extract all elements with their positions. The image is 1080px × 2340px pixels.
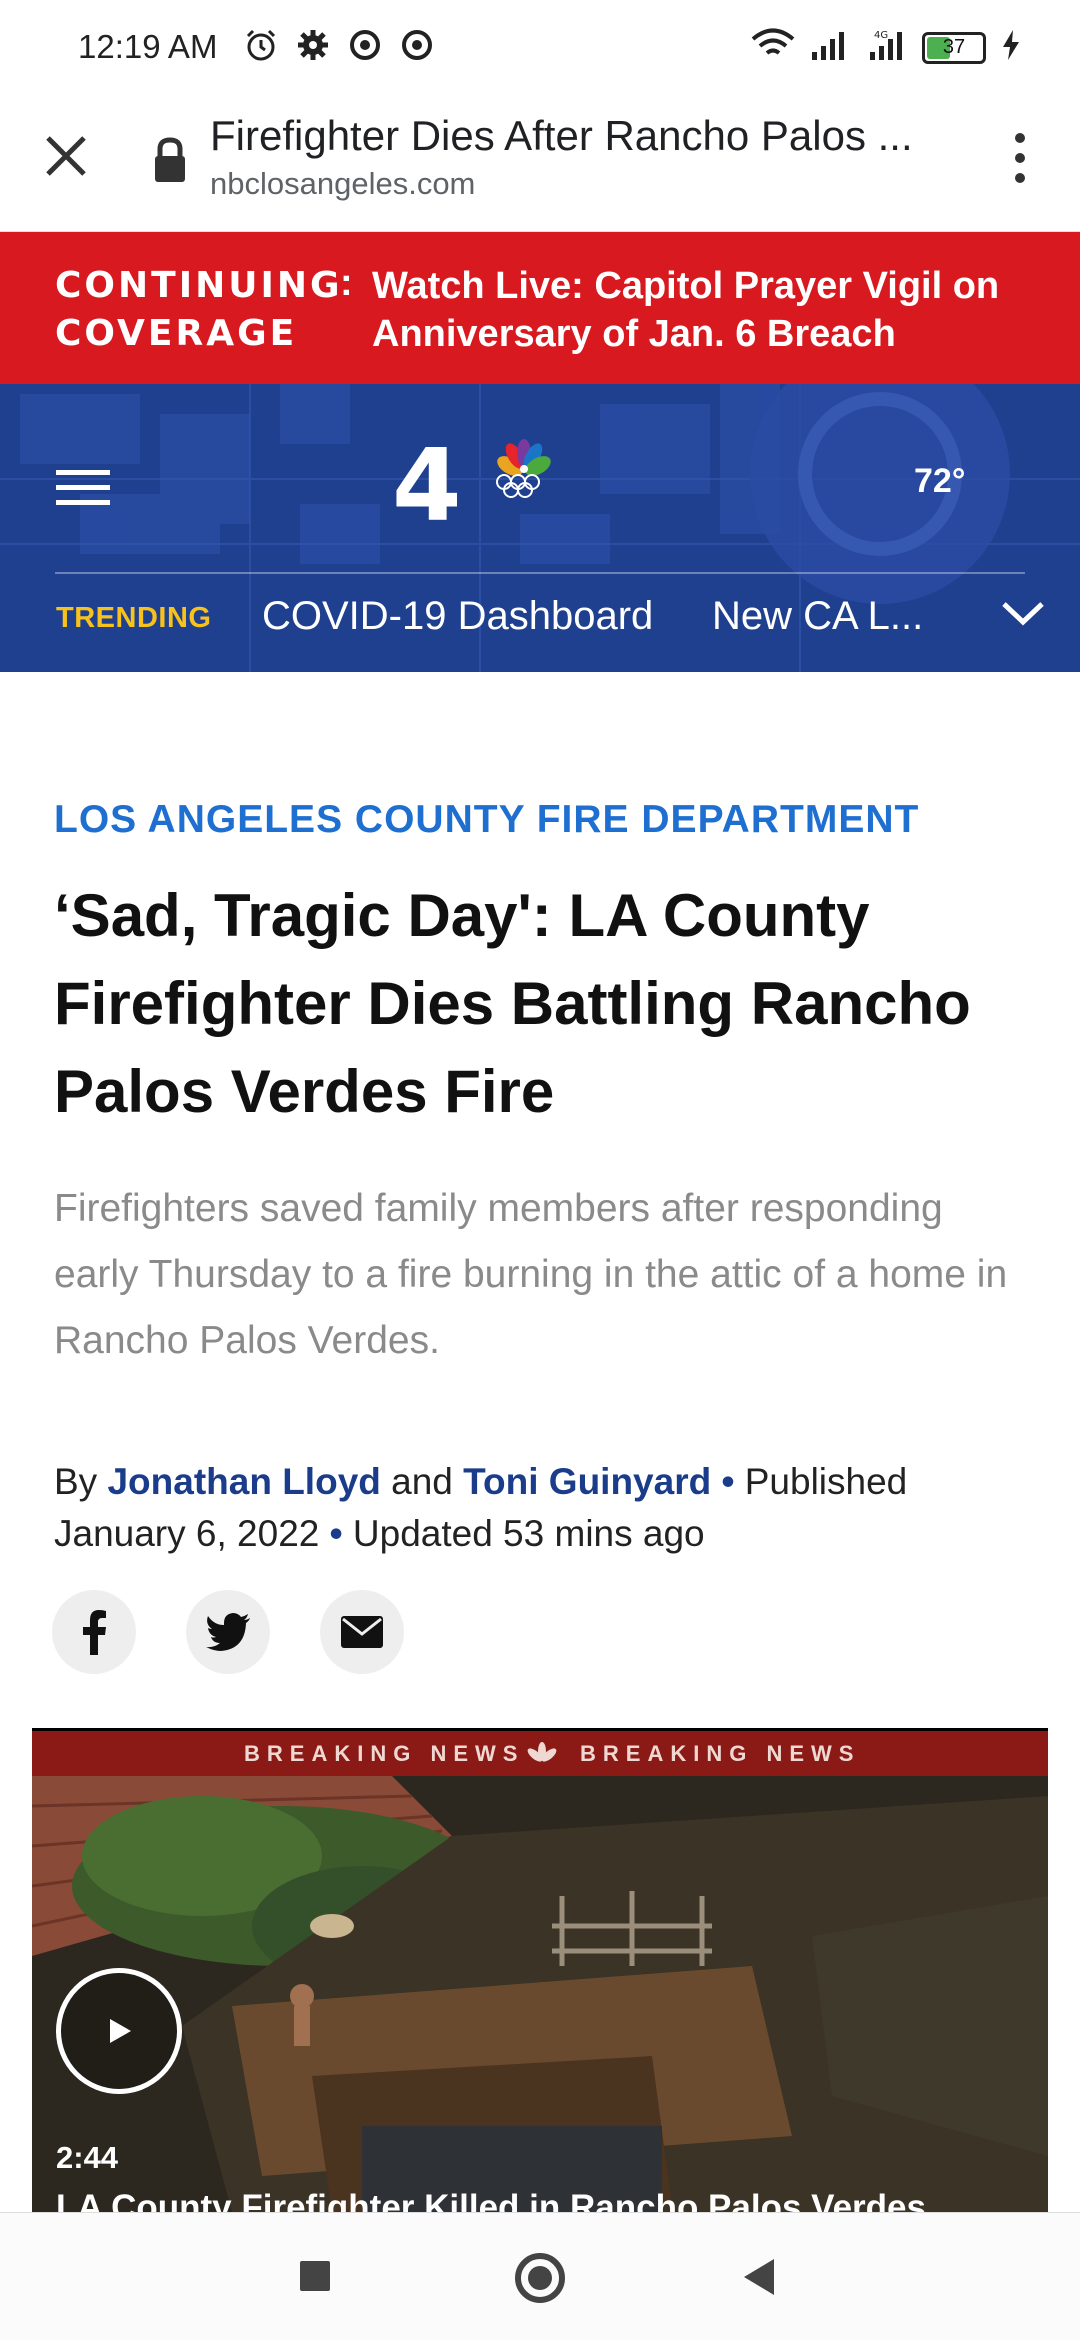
email-share-button[interactable] [320, 1590, 404, 1674]
breaking-news-strip: BREAKING NEWS BREAKING NEWS [32, 1728, 1048, 1776]
continuing-coverage-banner[interactable]: CONTINUING COVERAGE : Watch Live: Capito… [0, 232, 1080, 384]
breaking-news-text: BREAKING NEWS [244, 1741, 525, 1766]
more-options-icon[interactable] [998, 126, 1042, 190]
status-bar: 12:19 AM 4G 37 [0, 0, 1080, 96]
nbc4-logo[interactable]: 4 [392, 427, 572, 544]
svg-text:4G: 4G [874, 30, 888, 41]
byline-separator: • [721, 1461, 735, 1502]
status-time: 12:19 AM [78, 28, 218, 65]
author-link[interactable]: Jonathan Lloyd [107, 1461, 380, 1502]
logo-number: 4 [392, 432, 462, 532]
hamburger-menu-icon[interactable] [56, 468, 110, 508]
author-link[interactable]: Toni Guinyard [463, 1461, 711, 1502]
byline-and: and [391, 1461, 453, 1502]
updated-time: Updated 53 mins ago [352, 1513, 705, 1554]
system-nav-bar [0, 2212, 1080, 2340]
home-icon[interactable] [515, 2253, 565, 2303]
gear-icon [296, 28, 330, 62]
video-duration: 2:44 [56, 2140, 119, 2175]
site-header: 4 72° TRENDING COVID-19 Dashboard New CA… [0, 384, 1080, 672]
published-date: January 6, 2022 [54, 1513, 320, 1554]
facebook-share-button[interactable] [52, 1590, 136, 1674]
status-right-icons: 4G 37 [750, 28, 1022, 67]
data-saver-icon [400, 28, 434, 62]
lock-icon [150, 136, 190, 184]
data-saver-icon [348, 28, 382, 62]
twitter-icon [206, 1613, 250, 1651]
page-title[interactable]: Firefighter Dies After Rancho Palos ... [210, 112, 940, 160]
back-icon[interactable] [744, 2259, 774, 2295]
facebook-icon [83, 1610, 106, 1655]
signal-4g-icon: 4G [864, 28, 908, 67]
signal-icon [810, 28, 850, 67]
coverage-separator: : [340, 262, 353, 304]
browser-toolbar: Firefighter Dies After Rancho Palos ... … [0, 96, 1080, 232]
byline: By Jonathan Lloyd and Toni Guinyard • Pu… [54, 1456, 1034, 1560]
temperature[interactable]: 72° [914, 462, 965, 501]
section-label[interactable]: LOS ANGELES COUNTY FIRE DEPARTMENT [54, 798, 919, 842]
article-dek: Firefighters saved family members after … [54, 1187, 1008, 1362]
peacock-icon [527, 1742, 557, 1762]
byline-by: By [54, 1461, 98, 1502]
header-divider [55, 572, 1025, 574]
trending-label: TRENDING [56, 602, 212, 634]
status-left-icons [244, 28, 434, 62]
email-icon [341, 1616, 383, 1648]
video-player[interactable]: BREAKING NEWS BREAKING NEWS 2:44 LA Coun… [32, 1728, 1048, 2212]
charging-icon [1000, 28, 1022, 67]
battery-icon: 37 [922, 31, 986, 64]
play-button[interactable] [56, 1968, 182, 2094]
trending-item-new-ca[interactable]: New CA L... [712, 594, 923, 639]
article-headline: ‘Sad, Tragic Day': LA County Firefighter… [54, 882, 971, 1125]
close-icon[interactable] [38, 128, 94, 184]
play-icon [110, 2019, 131, 2043]
chevron-down-icon[interactable] [996, 592, 1050, 636]
breaking-news-text: BREAKING NEWS [580, 1741, 861, 1766]
wifi-icon [750, 28, 796, 67]
twitter-share-button[interactable] [186, 1590, 270, 1674]
video-title[interactable]: LA County Firefighter Killed in Rancho P… [56, 2188, 926, 2212]
battery-level: 37 [942, 36, 966, 58]
byline-separator: • [329, 1513, 343, 1554]
recents-icon[interactable] [300, 2261, 330, 2291]
video-thumbnail [32, 1776, 1048, 2212]
alarm-icon [244, 28, 278, 62]
trending-item-covid[interactable]: COVID-19 Dashboard [262, 594, 653, 639]
page-url[interactable]: nbclosangeles.com [210, 166, 475, 202]
coverage-link[interactable]: Watch Live: Capitol Prayer Vigil on Anni… [372, 262, 1032, 358]
published-label: Published [744, 1461, 908, 1502]
coverage-label: CONTINUING COVERAGE [55, 265, 343, 354]
